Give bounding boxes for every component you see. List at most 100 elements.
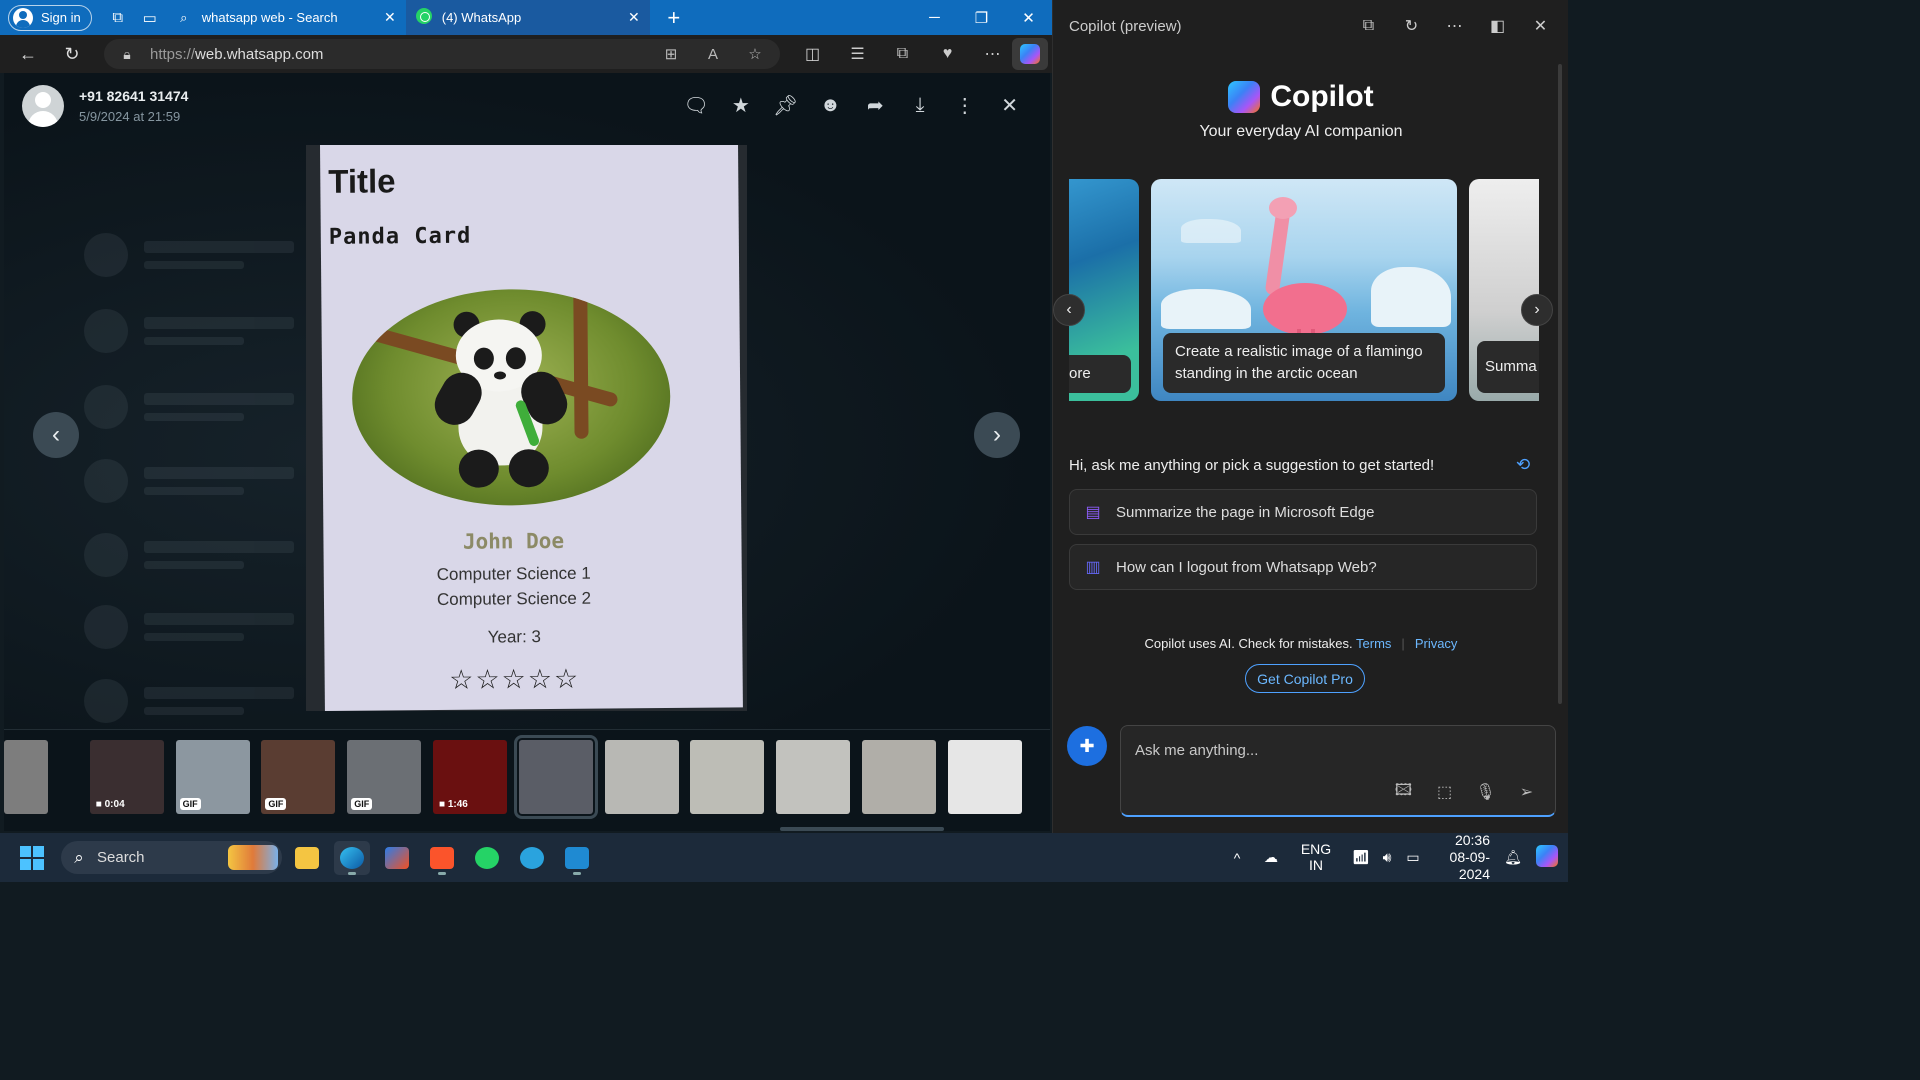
media-thumbnail[interactable]: GIF (175, 740, 250, 814)
carousel-slide[interactable]: Create a realistic image of a flamingo s… (1151, 179, 1457, 401)
carousel-slide[interactable]: Summa (1469, 179, 1539, 401)
lock-icon[interactable]: 🔒︎ (104, 46, 150, 63)
reply-icon[interactable]: 🗨︎ (674, 91, 719, 119)
emoji-icon[interactable]: ☻ (808, 91, 853, 119)
background-chat-row (84, 679, 324, 723)
add-image-icon[interactable]: 🖾︎ (1383, 777, 1424, 807)
battery-icon[interactable]: ▭ (1400, 849, 1426, 866)
volume-icon[interactable]: 🔊︎ (1374, 849, 1400, 866)
video-duration: ■ 1:46 (439, 799, 468, 810)
thumbnail-scrollbar[interactable] (780, 827, 944, 831)
tab-search[interactable]: ⌕ whatsapp web - Search ✕ (166, 0, 406, 35)
taskbar-clock[interactable]: 20:36 08-09-2024 (1426, 832, 1490, 883)
carousel-slide[interactable]: ore (1069, 179, 1139, 401)
ask-input-box[interactable]: 🖾︎ ⬚ 🎙︎ ➢ (1120, 725, 1556, 817)
minimize-icon[interactable]: ─ (911, 0, 958, 35)
store-icon[interactable] (379, 841, 415, 875)
media-thumbnail[interactable] (604, 740, 679, 814)
get-copilot-pro-button[interactable]: Get Copilot Pro (1245, 664, 1365, 693)
star-icon[interactable]: ★ (718, 91, 763, 119)
url-text[interactable]: https://web.whatsapp.com (150, 46, 323, 63)
media-thumbnail[interactable]: GIF (347, 740, 422, 814)
collections-icon[interactable]: ⧉ (880, 45, 925, 63)
browser-essentials-icon[interactable]: ♥ (925, 45, 970, 63)
open-in-new-icon[interactable]: ⧉ (1347, 10, 1390, 42)
download-icon[interactable]: ⤓ (898, 91, 943, 119)
taskbar-search[interactable]: ⌕ Search (61, 841, 282, 874)
forward-icon[interactable]: ➦ (853, 91, 898, 119)
media-thumbnail[interactable]: ■ 0:04 (89, 740, 164, 814)
video-duration: ■ 0:04 (95, 799, 125, 810)
send-icon[interactable]: ➢ (1506, 777, 1547, 807)
books-icon: ▥ (1085, 559, 1101, 576)
language-indicator[interactable]: ENG IN (1292, 841, 1340, 874)
favorite-star-icon[interactable]: ☆ (740, 45, 770, 63)
privacy-link[interactable]: Privacy (1415, 636, 1458, 651)
sidebar-icon[interactable]: ◧ (1476, 10, 1519, 42)
close-window-icon[interactable]: ✕ (1005, 0, 1052, 35)
media-thumbnail[interactable] (690, 740, 765, 814)
refresh-icon[interactable]: ↻ (1390, 10, 1433, 42)
refresh-suggestions-icon[interactable]: ⟲ (1516, 455, 1530, 475)
favorites-icon[interactable]: ☰ (835, 44, 880, 64)
notification-bell-icon[interactable]: 🔔︎ (1500, 849, 1526, 866)
media-thumbnail[interactable] (947, 740, 1022, 814)
brave-icon[interactable] (424, 841, 460, 875)
read-aloud-icon[interactable]: A (698, 46, 728, 63)
close-icon[interactable]: ✕ (1519, 10, 1562, 42)
copilot-panel: Copilot (preview) ⧉ ↻ ⋯ ◧ ✕ Copilot Your… (1052, 0, 1568, 833)
media-thumbnail[interactable] (776, 740, 851, 814)
carousel-prev-button[interactable]: ‹ (1053, 294, 1085, 326)
back-icon[interactable]: ← (6, 35, 50, 73)
avatar[interactable] (22, 85, 64, 127)
terms-link[interactable]: Terms (1356, 636, 1391, 651)
suggestion-summarize-page[interactable]: ▤ Summarize the page in Microsoft Edge (1069, 489, 1537, 535)
microphone-icon[interactable]: 🎙︎ (1465, 777, 1506, 807)
app-available-icon[interactable]: ⊞ (656, 45, 686, 63)
copilot-taskbar-icon[interactable] (1534, 845, 1560, 870)
media-thumbnail[interactable]: ■ 1:46 (433, 740, 507, 814)
address-bar[interactable]: 🔒︎ https://web.whatsapp.com ⊞ A ☆ (104, 39, 780, 69)
file-explorer-icon[interactable] (289, 841, 325, 875)
screenshot-icon[interactable]: ⬚ (1424, 777, 1465, 807)
telegram-icon[interactable] (514, 841, 550, 875)
tab-whatsapp[interactable]: (4) WhatsApp ✕ (405, 0, 650, 35)
carousel-next-button[interactable]: › (1521, 294, 1553, 326)
sender-name: +91 82641 31474 (79, 88, 189, 104)
more-options-icon[interactable]: ⋯ (970, 44, 1015, 64)
copilot-icon (1020, 44, 1040, 64)
media-thumbnail[interactable] (4, 740, 48, 814)
new-tab-icon[interactable]: + (658, 5, 690, 31)
refresh-icon[interactable]: ↻ (50, 35, 94, 73)
sign-in-button[interactable]: Sign in (8, 4, 92, 31)
pin-icon[interactable]: 📌︎ (763, 91, 808, 119)
split-screen-icon[interactable]: ◫ (790, 44, 835, 64)
whatsapp-icon[interactable] (469, 841, 505, 875)
tab-actions-icon[interactable]: ▭ (134, 3, 166, 33)
ask-input[interactable] (1135, 738, 1535, 762)
tab-close-icon[interactable]: ✕ (384, 9, 396, 26)
chevron-up-icon[interactable]: ^ (1224, 850, 1250, 866)
onedrive-icon[interactable]: ☁ (1258, 849, 1284, 866)
edge-icon[interactable] (334, 841, 370, 875)
new-topic-button[interactable]: ✚ (1067, 726, 1107, 766)
media-thumbnail[interactable] (513, 735, 598, 819)
tab-close-icon[interactable]: ✕ (628, 9, 640, 26)
more-icon[interactable]: ⋮ (942, 91, 987, 119)
windows-start-icon[interactable] (20, 846, 44, 870)
media-thumbnail[interactable] (862, 740, 936, 814)
restore-icon[interactable]: ❐ (958, 0, 1005, 35)
card-subtitle: Panda Card (328, 223, 472, 250)
more-icon[interactable]: ⋯ (1433, 10, 1476, 42)
previous-media-button[interactable]: ‹ (33, 412, 79, 458)
media-thumbnail[interactable]: GIF (261, 740, 336, 814)
vscode-icon[interactable] (559, 841, 595, 875)
close-icon[interactable]: ✕ (987, 91, 1032, 119)
workspaces-icon[interactable]: ⧉ (102, 3, 134, 33)
copilot-toggle-button[interactable] (1012, 38, 1048, 70)
wifi-icon[interactable]: 📶︎ (1348, 849, 1374, 866)
copilot-scrollbar[interactable] (1558, 64, 1562, 704)
suggestion-logout-whatsapp[interactable]: ▥ How can I logout from Whatsapp Web? (1069, 544, 1537, 590)
search-icon: ⌕ (74, 847, 84, 867)
next-media-button[interactable]: › (974, 412, 1020, 458)
